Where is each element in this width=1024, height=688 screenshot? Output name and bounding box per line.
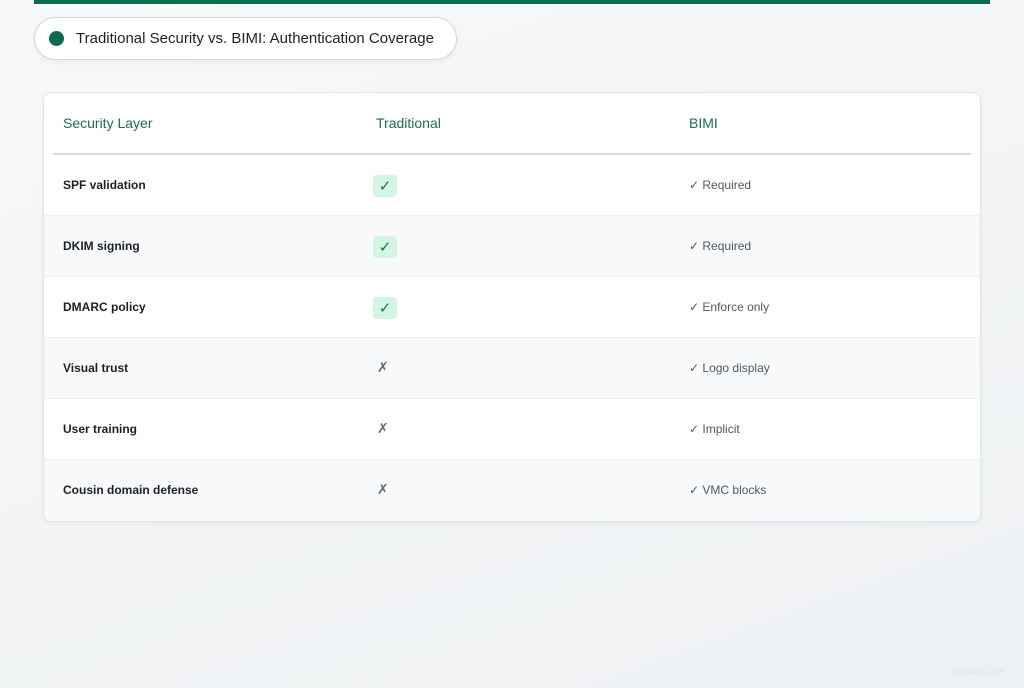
- bimi-cell: ✓ Enforce only: [689, 300, 770, 314]
- table-row: Cousin domain defense ✗ ✓ VMC blocks: [44, 460, 980, 521]
- security-layer-cell: DMARC policy: [63, 300, 146, 314]
- check-icon: ✓: [373, 175, 397, 197]
- table-row: DMARC policy ✓ ✓ Enforce only: [44, 277, 980, 338]
- page-title: Traditional Security vs. BIMI: Authentic…: [76, 30, 434, 47]
- check-icon: ✓: [373, 236, 397, 258]
- cross-icon: ✗: [377, 482, 389, 498]
- top-accent-bar: [34, 0, 990, 4]
- check-icon: ✓: [373, 297, 397, 319]
- bimi-cell: ✓ Required: [689, 178, 752, 192]
- table-header: Security Layer Traditional BIMI: [44, 93, 980, 155]
- table-row: User training ✗ ✓ Implicit: [44, 399, 980, 460]
- header-traditional: Traditional: [376, 115, 441, 131]
- comparison-table: Security Layer Traditional BIMI SPF vali…: [43, 92, 981, 522]
- table-row: SPF validation ✓ ✓ Required: [44, 155, 980, 216]
- security-layer-cell: DKIM signing: [63, 239, 140, 253]
- title-dot-icon: [49, 31, 64, 46]
- bimi-cell: ✓ VMC blocks: [689, 483, 767, 497]
- security-layer-cell: Cousin domain defense: [63, 483, 199, 497]
- security-layer-cell: Visual trust: [63, 361, 129, 375]
- header-security-layer: Security Layer: [63, 115, 153, 131]
- cross-icon: ✗: [377, 421, 389, 437]
- cross-icon: ✗: [377, 360, 389, 376]
- bimi-cell: ✓ Logo display: [689, 361, 770, 375]
- bimi-cell: ✓ Required: [689, 239, 752, 253]
- watermark: skysnag.com: [951, 666, 1004, 676]
- security-layer-cell: User training: [63, 422, 138, 436]
- title-pill: Traditional Security vs. BIMI: Authentic…: [34, 17, 457, 60]
- bimi-cell: ✓ Implicit: [689, 422, 740, 436]
- table-row: Visual trust ✗ ✓ Logo display: [44, 338, 980, 399]
- header-bimi: BIMI: [689, 115, 718, 131]
- security-layer-cell: SPF validation: [63, 178, 146, 192]
- table-row: DKIM signing ✓ ✓ Required: [44, 216, 980, 277]
